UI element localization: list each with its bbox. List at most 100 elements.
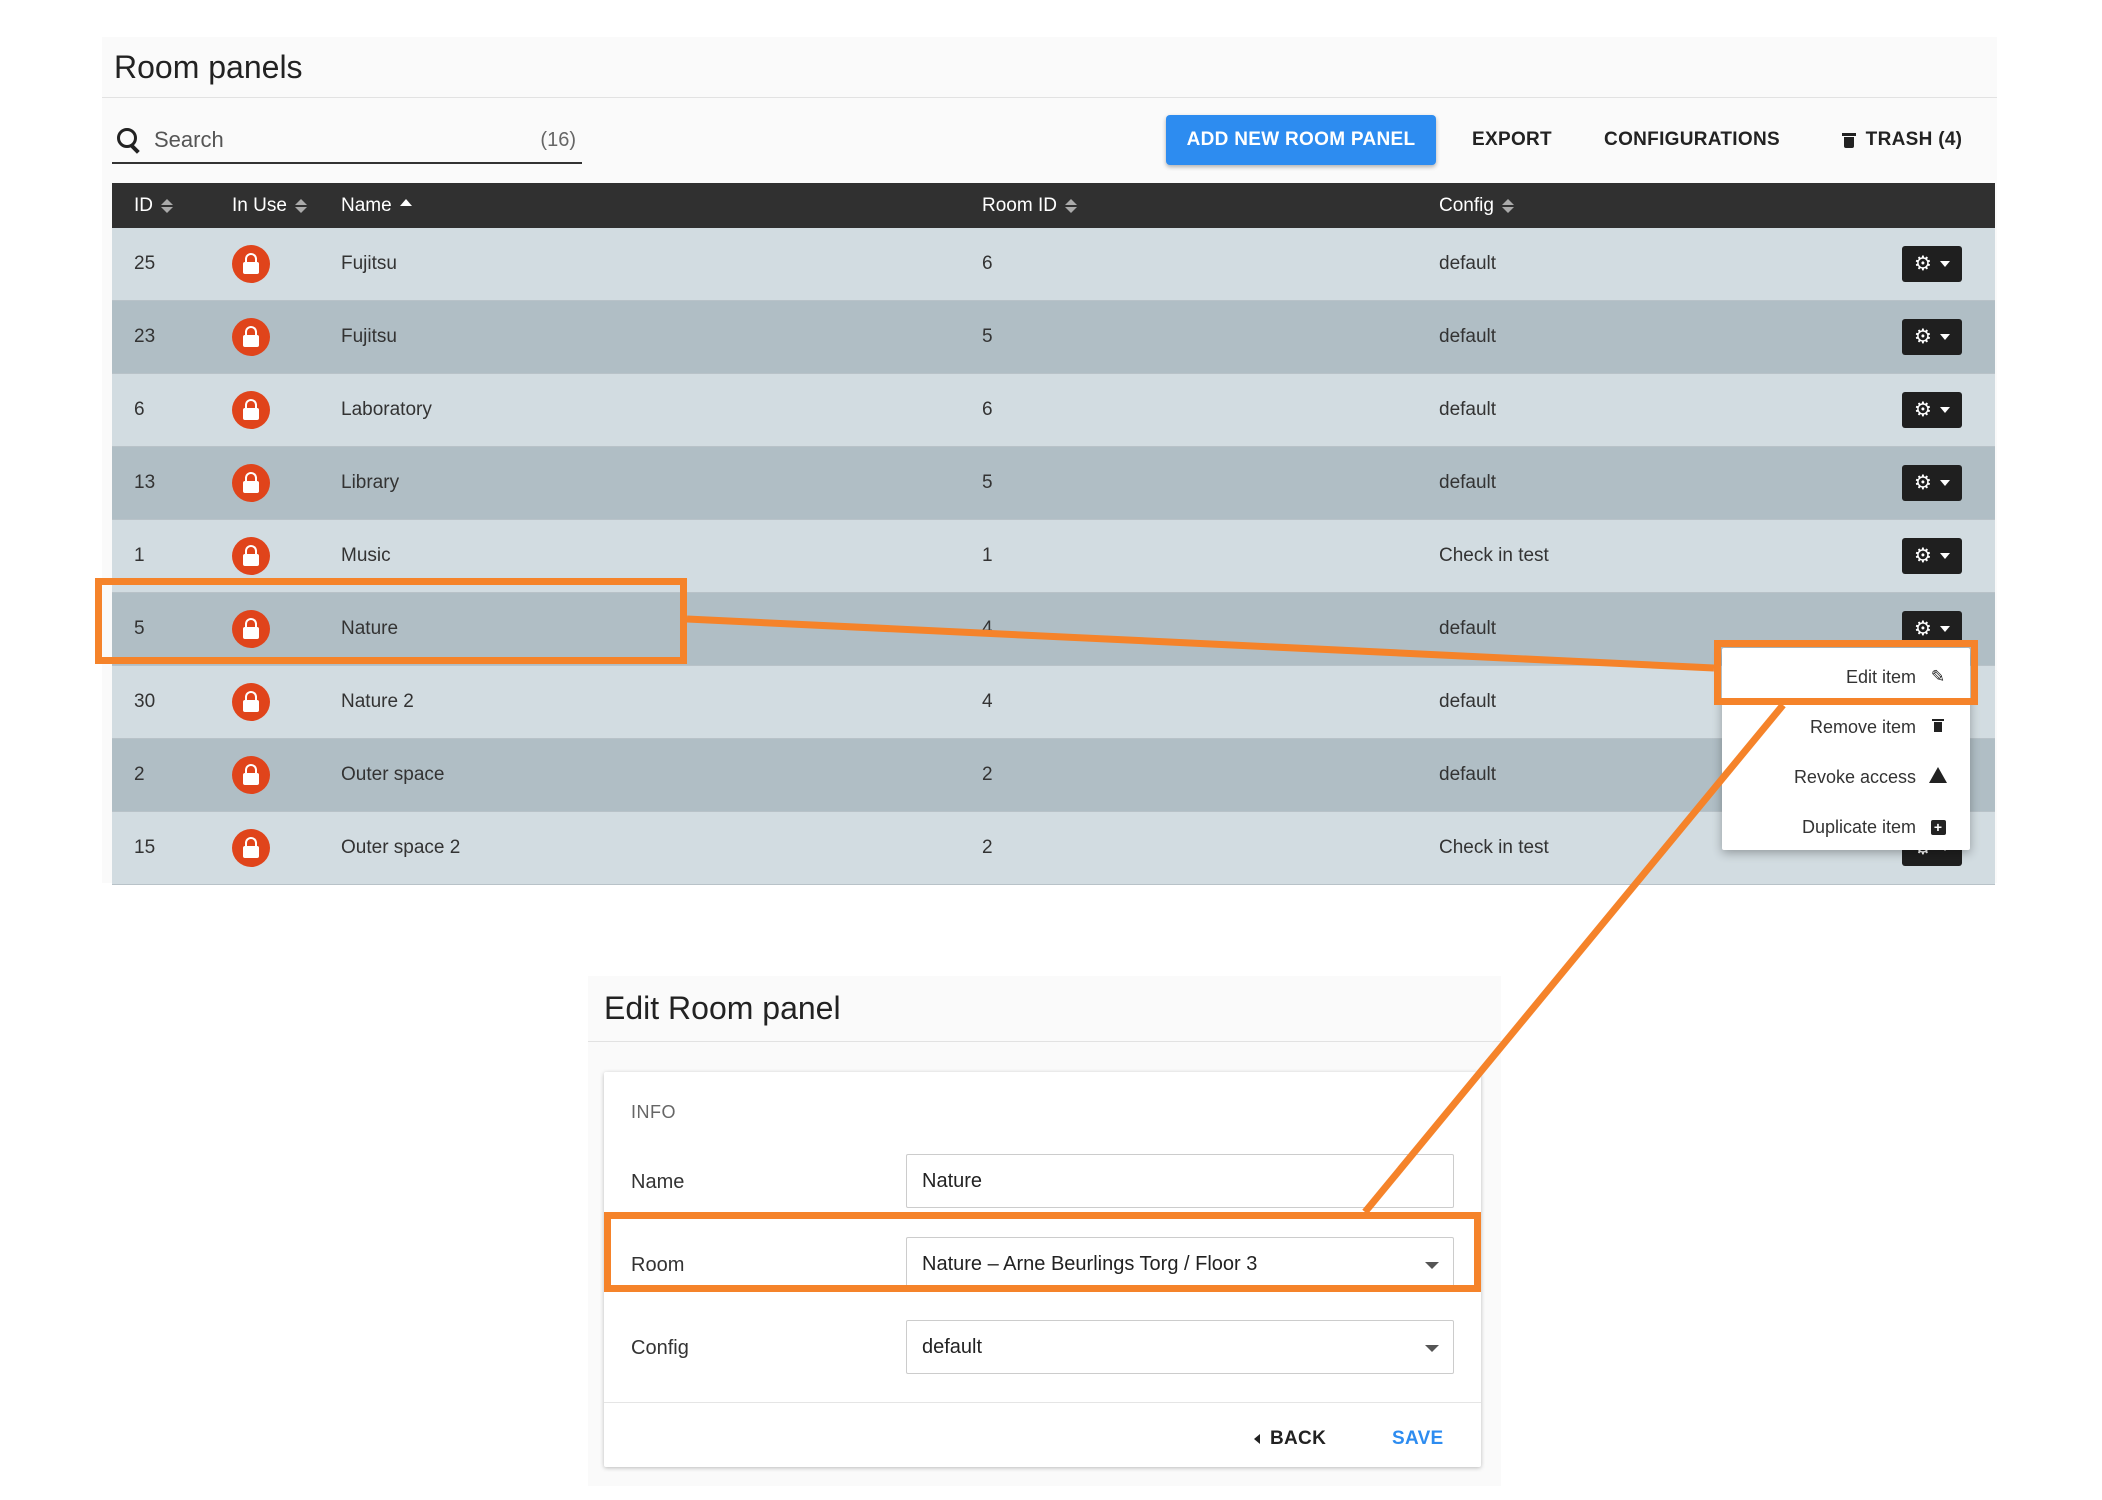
sort-ascending-icon — [399, 199, 412, 206]
table-row[interactable]: 23 Fujitsu 5 default ⚙ — [112, 301, 1995, 374]
row-config: Check in test — [1439, 837, 1549, 858]
row-id: 23 — [134, 326, 156, 347]
column-header-room-id[interactable]: Room ID — [982, 195, 1077, 217]
page-header: Room panels — [102, 37, 1997, 98]
edit-page-header: Edit Room panel — [588, 976, 1501, 1042]
in-use-cell — [232, 374, 270, 446]
row-config: default — [1439, 326, 1497, 347]
add-new-room-panel-button[interactable]: ADD NEW ROOM PANEL — [1166, 115, 1436, 165]
in-use-cell — [232, 739, 270, 811]
column-header-label: Config — [1439, 194, 1494, 216]
table-header: ID In Use Name Room ID Config — [112, 183, 1995, 228]
menu-item-revoke[interactable]: Revoke access — [1722, 753, 1970, 801]
config-row: Config default — [604, 1320, 1481, 1376]
column-header-id[interactable]: ID — [134, 195, 173, 217]
config-label: Config — [631, 1336, 689, 1359]
row-actions: ⚙ — [1902, 447, 1962, 519]
row-room-id: 6 — [982, 399, 993, 420]
row-room-id: 2 — [982, 837, 993, 858]
row-name: Laboratory — [341, 399, 432, 420]
menu-item-label: Duplicate item — [1801, 816, 1916, 837]
table-row[interactable]: 2 Outer space 2 default ⚙ — [112, 739, 1995, 812]
gear-icon: ⚙ — [1914, 399, 1932, 421]
row-actions-button[interactable]: ⚙ — [1902, 392, 1962, 428]
table-row[interactable]: 6 Laboratory 6 default ⚙ — [112, 374, 1995, 447]
caret-down-icon — [1939, 407, 1950, 413]
table-row[interactable]: 25 Fujitsu 6 default ⚙ — [112, 228, 1995, 301]
search-input[interactable] — [152, 126, 516, 154]
row-config: default — [1439, 399, 1497, 420]
row-config: default — [1439, 764, 1497, 785]
row-actions-button[interactable]: ⚙ — [1902, 246, 1962, 282]
trash-button[interactable]: TRASH (4) — [1812, 115, 1992, 165]
highlight-edit-item — [1714, 640, 1978, 705]
row-id: 30 — [134, 691, 156, 712]
sort-icon — [294, 198, 307, 213]
column-header-in-use[interactable]: In Use — [232, 195, 307, 217]
row-room-id: 5 — [982, 326, 993, 347]
row-actions-button[interactable]: ⚙ — [1902, 538, 1962, 574]
gear-icon: ⚙ — [1914, 326, 1932, 348]
row-actions-button[interactable]: ⚙ — [1902, 319, 1962, 355]
export-button[interactable]: EXPORT — [1452, 115, 1572, 165]
back-button[interactable]: BACK — [1254, 1417, 1326, 1461]
row-name: Library — [341, 472, 400, 493]
plus-square-icon: + — [1928, 817, 1948, 837]
table-row[interactable]: 15 Outer space 2 2 Check in test ⚙ — [112, 812, 1995, 885]
lock-icon — [232, 756, 270, 794]
lock-icon — [232, 537, 270, 575]
caret-left-icon — [1254, 1434, 1260, 1444]
edit-page-title: Edit Room panel — [604, 990, 841, 1026]
row-id: 13 — [134, 472, 156, 493]
menu-item-label: Remove item — [1809, 716, 1916, 737]
table-row[interactable]: 30 Nature 2 4 default ⚙ — [112, 666, 1995, 739]
in-use-cell — [232, 301, 270, 373]
room-panels-page: Room panels (16) ADD NEW ROOM PANEL EXPO… — [102, 37, 1997, 885]
back-button-label: BACK — [1270, 1428, 1327, 1449]
gear-icon: ⚙ — [1914, 618, 1932, 640]
search-result-count: (16) — [540, 128, 576, 151]
row-name: Outer space — [341, 764, 445, 785]
row-room-id: 6 — [982, 253, 993, 274]
warning-icon — [1928, 766, 1948, 788]
row-name: Outer space 2 — [341, 837, 461, 858]
row-id: 25 — [134, 253, 156, 274]
row-config: default — [1439, 618, 1497, 639]
in-use-cell — [232, 447, 270, 519]
menu-item-remove[interactable]: Remove item — [1722, 703, 1970, 751]
name-row: Name Nature — [604, 1154, 1481, 1210]
config-select[interactable]: default — [906, 1320, 1454, 1374]
row-config: default — [1439, 691, 1497, 712]
column-header-config[interactable]: Config — [1439, 195, 1514, 217]
row-name: Fujitsu — [341, 253, 397, 274]
column-header-name[interactable]: Name — [341, 195, 412, 217]
toolbar: (16) ADD NEW ROOM PANEL EXPORT CONFIGURA… — [102, 98, 1997, 184]
page-title: Room panels — [114, 48, 303, 85]
row-room-id: 4 — [982, 618, 993, 639]
row-actions: ⚙ — [1902, 301, 1962, 373]
row-config: Check in test — [1439, 545, 1549, 566]
lock-icon — [232, 829, 270, 867]
caret-down-icon — [1425, 1345, 1439, 1352]
column-header-label: ID — [134, 194, 153, 216]
row-id: 6 — [134, 399, 145, 420]
gear-icon: ⚙ — [1914, 253, 1932, 275]
name-field[interactable]: Nature — [906, 1154, 1454, 1208]
divider — [604, 1402, 1481, 1403]
search-box[interactable]: (16) — [112, 118, 582, 164]
trash-icon — [1928, 717, 1948, 737]
save-button[interactable]: SAVE — [1392, 1417, 1444, 1461]
menu-item-label: Revoke access — [1793, 766, 1916, 787]
table-row[interactable]: 13 Library 5 default ⚙ — [112, 447, 1995, 520]
row-actions-button[interactable]: ⚙ — [1902, 465, 1962, 501]
in-use-cell — [232, 228, 270, 300]
caret-down-icon — [1939, 261, 1950, 267]
column-header-label: Room ID — [982, 194, 1057, 216]
caret-down-icon — [1939, 626, 1950, 632]
sort-icon — [1501, 198, 1514, 213]
sort-icon — [161, 198, 173, 213]
config-select-value: default — [922, 1335, 983, 1358]
lock-icon — [232, 318, 270, 356]
configurations-button[interactable]: CONFIGURATIONS — [1592, 115, 1792, 165]
menu-item-duplicate[interactable]: Duplicate item + — [1722, 803, 1970, 851]
